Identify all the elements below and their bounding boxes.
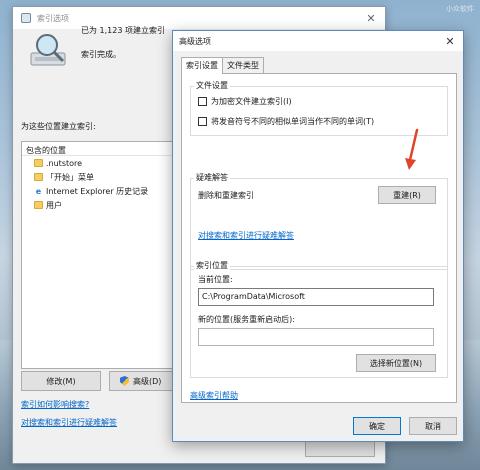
close-icon[interactable]: ✕ [357,7,385,29]
encrypt-files-label: 为加密文件建立索引(I) [211,97,292,106]
folder-icon [34,173,43,181]
rebuild-button[interactable]: 重建(R) [378,186,436,204]
new-location-label: 新的位置(服务重新启动后): [198,315,295,324]
index-location-title: 索引位置 [194,260,230,271]
included-locations-list[interactable]: 包含的位置 .nutstore 「开始」菜单 e Internet Explor… [21,141,183,369]
diacritics-label: 将发音符号不同的相似单词当作不同的单词(T) [211,117,375,126]
tab-strip: 索引设置 文件类型 [181,57,264,74]
advanced-options-dialog: 高级选项 ✕ 索引设置 文件类型 文件设置 为加密文件建立索引(I) 将发音符号… [172,30,464,442]
location-label: .nutstore [46,158,83,168]
rebuild-description: 删除和重建索引 [198,191,254,200]
how-indexing-affects-search-link[interactable]: 索引如何影响搜索? [21,399,89,410]
list-item[interactable]: 「开始」菜单 [22,170,182,184]
list-item[interactable]: .nutstore [22,156,182,170]
tab-index-settings[interactable]: 索引设置 [181,57,223,74]
troubleshoot-index-link[interactable]: 对搜索和索引进行疑难解答 [198,230,294,241]
troubleshoot-search-link[interactable]: 对搜索和索引进行疑难解答 [21,417,117,428]
current-location-label: 当前位置: [198,275,233,284]
current-location-field: C:\ProgramData\Microsoft [198,288,434,306]
build-index-label: 为这些位置建立索引: [21,122,96,131]
index-status: 索引完成。 [81,50,121,59]
watermark: 小众软件 [446,5,474,13]
diacritics-checkbox[interactable] [198,117,207,126]
index-options-titlebar[interactable]: 索引选项 ✕ [13,7,385,29]
list-item[interactable]: 用户 [22,198,182,212]
cancel-button[interactable]: 取消 [409,417,457,435]
location-label: Internet Explorer 历史记录 [46,186,149,196]
folder-icon [34,159,43,167]
annotation-arrow-icon [405,128,419,170]
indexed-count: 已为 1,123 项建立索引 [81,26,165,35]
index-options-title: 索引选项 [37,13,69,23]
uac-shield-icon [120,376,129,386]
internet-explorer-icon: e [35,186,42,196]
advanced-index-help-link[interactable]: 高级索引帮助 [190,390,238,401]
advanced-button-label: 高级(D) [133,376,162,386]
advanced-button[interactable]: 高级(D) [109,371,181,391]
magnifier-icon [30,34,66,66]
encrypt-files-checkbox-row[interactable]: 为加密文件建立索引(I) [198,96,292,107]
close-icon[interactable]: ✕ [437,31,463,51]
modify-button[interactable]: 修改(M) [21,371,101,391]
list-header: 包含的位置 [22,142,182,156]
folder-icon [34,201,43,209]
advanced-options-titlebar[interactable]: 高级选项 ✕ [173,31,463,51]
file-settings-title: 文件设置 [194,80,230,91]
new-location-field [198,328,434,346]
diacritics-checkbox-row[interactable]: 将发音符号不同的相似单词当作不同的单词(T) [198,116,374,127]
index-options-app-icon [21,13,31,23]
select-new-location-button[interactable]: 选择新位置(N) [356,354,436,372]
location-label: 「开始」菜单 [46,172,94,182]
tab-file-types[interactable]: 文件类型 [222,57,264,73]
advanced-options-title: 高级选项 [179,36,211,46]
list-item[interactable]: e Internet Explorer 历史记录 [22,184,182,198]
index-settings-panel: 文件设置 为加密文件建立索引(I) 将发音符号不同的相似单词当作不同的单词(T)… [181,73,457,403]
troubleshooting-title: 疑难解答 [194,172,230,183]
location-label: 用户 [46,200,62,210]
ok-button[interactable]: 确定 [353,417,401,435]
encrypt-files-checkbox[interactable] [198,97,207,106]
